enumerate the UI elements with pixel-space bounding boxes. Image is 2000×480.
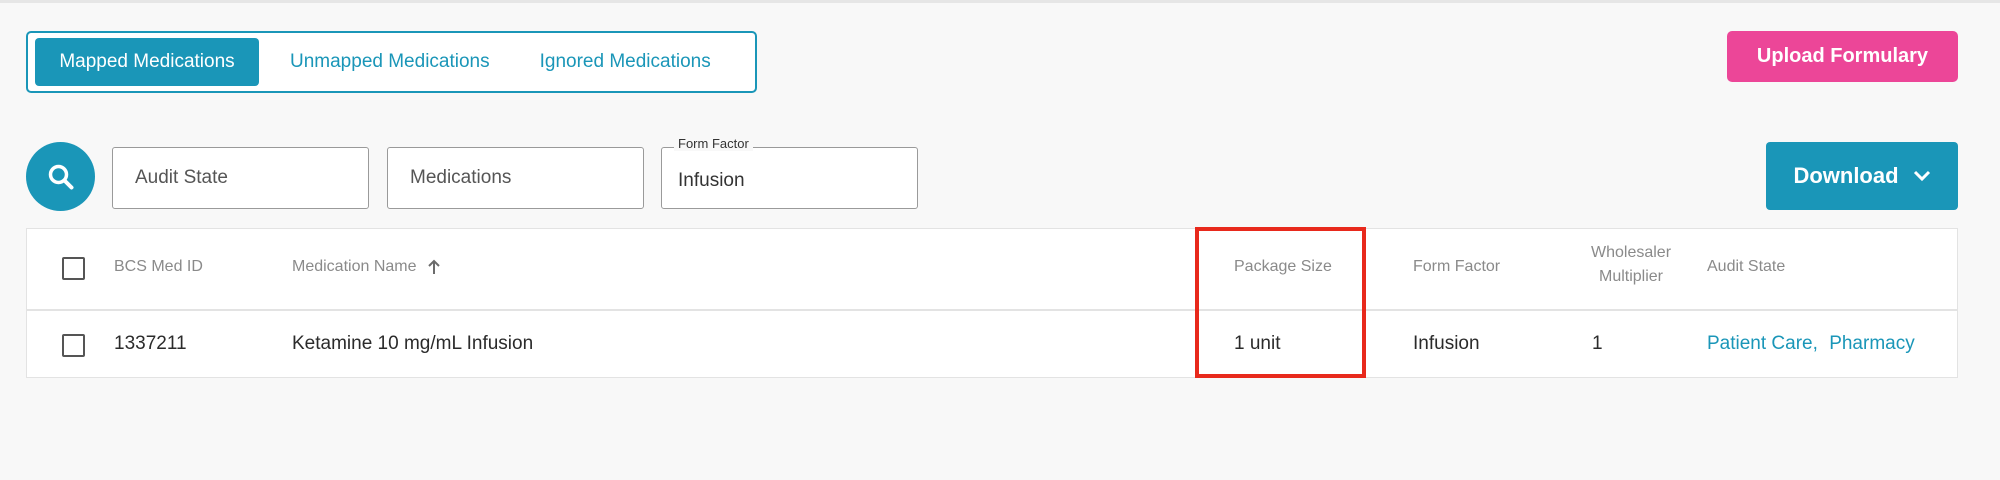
header-wholesaler-line2: Multiplier [1598, 268, 1663, 285]
header-medication-name[interactable]: Medication Name [292, 258, 441, 276]
header-form-factor[interactable]: Form Factor [1413, 258, 1500, 276]
tab-ignored-medications[interactable]: Ignored Medications [540, 38, 711, 86]
medications-filter[interactable]: Medications [387, 147, 644, 209]
header-package-size[interactable]: Package Size [1234, 258, 1332, 276]
header-audit-state[interactable]: Audit State [1707, 258, 1785, 276]
top-border [0, 0, 2000, 3]
download-button-label: Download [1793, 163, 1899, 188]
upload-formulary-button[interactable]: Upload Formulary [1727, 31, 1958, 82]
row-checkbox[interactable] [62, 334, 85, 357]
header-wholesaler-line1: Wholesaler [1590, 244, 1672, 261]
medications-placeholder: Medications [410, 167, 512, 188]
select-all-checkbox[interactable] [62, 257, 85, 280]
medication-tabs: Mapped Medications Unmapped Medications … [26, 31, 757, 93]
form-factor-filter-value: Infusion [678, 170, 745, 191]
row-medication-name[interactable]: Ketamine 10 mg/mL Infusion [292, 333, 533, 355]
search-button[interactable] [26, 142, 95, 211]
header-medication-name-label: Medication Name [292, 258, 417, 275]
medications-table: BCS Med ID Medication Name Package Size … [26, 228, 1958, 378]
row-wholesaler-multiplier: 1 [1592, 333, 1603, 354]
audit-state-placeholder: Audit State [135, 167, 228, 188]
tab-mapped-medications[interactable]: Mapped Medications [35, 38, 259, 86]
download-button[interactable]: Download [1766, 142, 1958, 210]
form-factor-filter-label: Form Factor [674, 136, 753, 151]
header-wholesaler-multiplier[interactable]: Wholesaler Multiplier [1582, 241, 1680, 289]
header-bcs-med-id[interactable]: BCS Med ID [114, 258, 203, 276]
sort-ascending-icon [427, 259, 440, 274]
search-icon [48, 164, 73, 189]
chevron-down-icon [1913, 170, 1930, 182]
row-form-factor: Infusion [1413, 333, 1480, 354]
row-bcs-med-id: 1337211 [114, 333, 187, 354]
row-package-size: 1 unit [1234, 333, 1281, 354]
header-divider [27, 309, 1957, 311]
row-audit-state: Patient Care, Pharmacy [1707, 333, 1915, 355]
audit-state-patient-care-link[interactable]: Patient Care, [1707, 333, 1818, 354]
audit-state-filter[interactable]: Audit State [112, 147, 369, 209]
form-factor-filter[interactable]: Form Factor Infusion [661, 136, 918, 209]
audit-state-pharmacy-link[interactable]: Pharmacy [1829, 333, 1915, 354]
tab-unmapped-medications[interactable]: Unmapped Medications [290, 38, 490, 86]
